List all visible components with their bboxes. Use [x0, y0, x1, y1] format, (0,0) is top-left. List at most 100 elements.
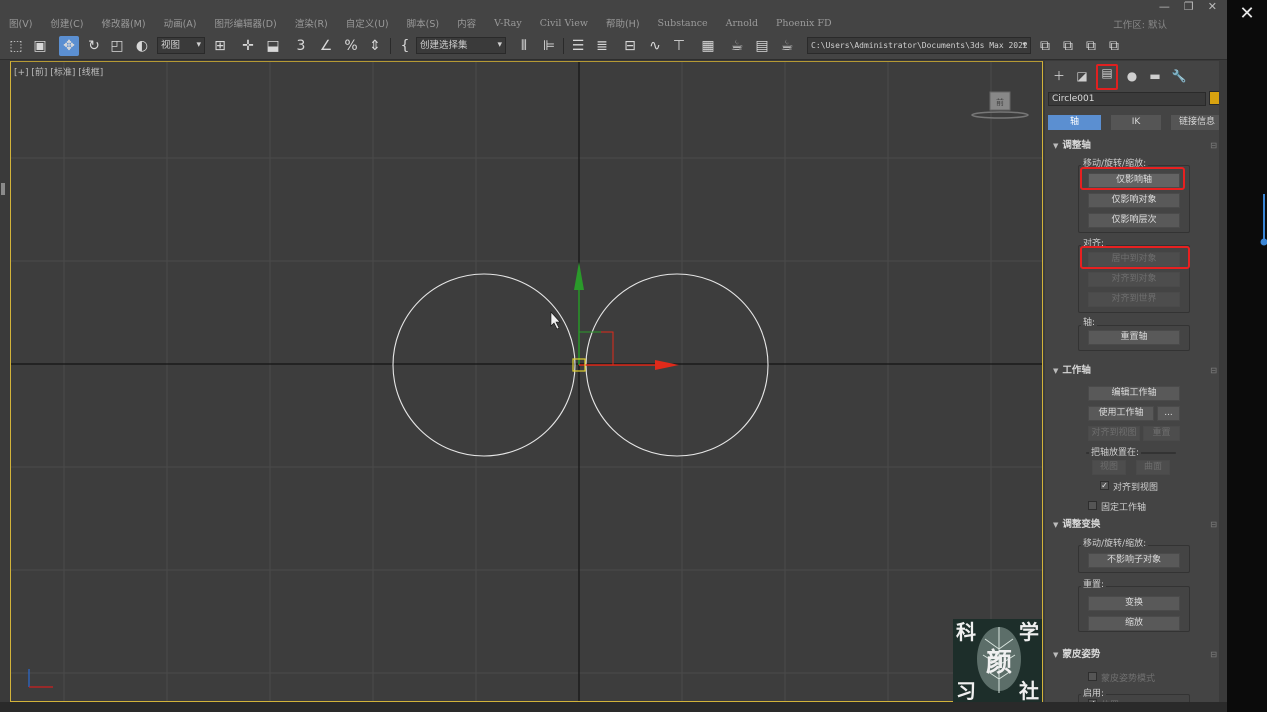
front-viewport[interactable]: 前 [+] [前] [标准] [线框] [10, 61, 1043, 702]
reference-coordinate-dropdown[interactable]: 视图 [157, 37, 205, 54]
create-tab-icon[interactable]: ＋ [1050, 69, 1068, 83]
transform-reset-label: 重置: [1081, 577, 1107, 590]
percent-snap-icon[interactable]: % [341, 36, 361, 56]
menu-modifiers[interactable]: 修改器(M) [92, 16, 154, 30]
edit-named-selection-icon[interactable]: { [395, 36, 415, 56]
align-to-object-button[interactable]: 对齐到对象 [1088, 272, 1180, 287]
reset-scale-button[interactable]: 缩放 [1088, 616, 1180, 631]
pivot-center-icon[interactable]: ⊞ [210, 36, 230, 56]
menu-phoenix-fd[interactable]: Phoenix FD [767, 18, 841, 29]
rendered-frame-window-icon[interactable]: ▤ [752, 36, 772, 56]
side-slider-icon[interactable] [1259, 194, 1267, 248]
display-tab-icon[interactable]: ▬ [1146, 69, 1164, 83]
menu-customize[interactable]: 自定义(U) [337, 16, 398, 30]
rollout-working-pivot[interactable]: ▼ 工作轴 ⊟ [1047, 364, 1219, 378]
workspace-label[interactable]: 工作区: 默认 [1113, 17, 1167, 31]
place-pivot-view-button[interactable]: 视图 [1092, 460, 1126, 475]
modify-tab-icon[interactable]: ◪ [1073, 69, 1091, 83]
scene-explorer-icon[interactable]: ☰ [568, 36, 588, 56]
affect-object-only-button[interactable]: 仅影响对象 [1088, 193, 1180, 208]
menu-arnold[interactable]: Arnold [717, 18, 767, 29]
menu-animation[interactable]: 动画(A) [155, 16, 206, 30]
align-to-world-button[interactable]: 对齐到世界 [1088, 292, 1180, 307]
skin-pose-mode-checkbox[interactable] [1088, 672, 1097, 681]
menu-rendering[interactable]: 渲染(R) [286, 16, 337, 30]
utilities-tab-icon[interactable]: 🔧 [1170, 69, 1188, 83]
edit-working-pivot-button[interactable]: 编辑工作轴 [1088, 386, 1180, 401]
place-object-icon[interactable]: ◐ [132, 36, 152, 56]
place-pivot-surface-button[interactable]: 曲面 [1136, 460, 1170, 475]
left-strip [0, 61, 10, 702]
spinner-snap-icon[interactable]: ⇕ [365, 36, 385, 56]
render-production-icon[interactable]: ☕ [777, 36, 797, 56]
tab-ik[interactable]: IK [1111, 115, 1161, 130]
working-pivot-options-button[interactable]: ... [1157, 406, 1180, 421]
select-and-scale-icon[interactable]: ◰ [107, 36, 127, 56]
align-icon[interactable]: ⊫ [539, 36, 559, 56]
reset-pivot-button[interactable]: 重置轴 [1088, 330, 1180, 345]
logo-char-2: 学 [1019, 620, 1039, 644]
align-to-view-checkbox[interactable]: ✓ [1100, 481, 1109, 490]
project-folder-icon-3[interactable]: ⧉ [1081, 36, 1101, 56]
project-folder-icon-4[interactable]: ⧉ [1104, 36, 1124, 56]
working-pivot-reset-button[interactable]: 重置 [1143, 426, 1180, 441]
select-object-icon[interactable]: ⬚ [6, 36, 26, 56]
menu-civil-view[interactable]: Civil View [531, 18, 597, 29]
use-working-pivot-button[interactable]: 使用工作轴 [1088, 406, 1154, 421]
rollout-skin-pose[interactable]: ▼ 蒙皮姿势 ⊟ [1047, 648, 1219, 662]
place-pivot-label: 把轴放置在: [1089, 445, 1142, 458]
mirror-icon[interactable]: ⫴ [514, 36, 534, 56]
command-panel-scrollbar[interactable] [1219, 61, 1227, 702]
dont-affect-children-button[interactable]: 不影响子对象 [1088, 553, 1180, 568]
menu-graph-editors[interactable]: 图形编辑器(D) [206, 16, 286, 30]
align-to-view-check-label: 对齐到视图 [1113, 483, 1159, 493]
logo-char-3: 颜 [986, 648, 1013, 678]
tab-pivot[interactable]: 轴 [1048, 115, 1101, 130]
command-panel: ＋ ◪ ▤ ● ▬ 🔧 Circle001 轴 IK 链接信息 ▼ 调整轴 ⊟ 移动… [1045, 61, 1227, 702]
object-name-field[interactable]: Circle001 [1048, 92, 1206, 106]
toggle-ribbon-icon[interactable]: ⊟ [620, 36, 640, 56]
snaps-toggle-icon[interactable]: 3 [291, 36, 311, 56]
select-and-move-icon[interactable]: ✥ [59, 36, 79, 56]
layer-explorer-icon[interactable]: ≣ [592, 36, 612, 56]
close-window-icon[interactable]: ✕ [1208, 0, 1217, 13]
viewport-label[interactable]: [+] [前] [标准] [线框] [14, 65, 103, 78]
menu-scripting[interactable]: 脚本(S) [398, 16, 448, 30]
lock-working-pivot-checkbox[interactable] [1088, 501, 1097, 510]
reset-transform-button[interactable]: 变换 [1088, 596, 1180, 611]
menu-view[interactable]: 图(V) [0, 16, 41, 30]
project-folder-icon-1[interactable]: ⧉ [1035, 36, 1055, 56]
align-to-view-button[interactable]: 对齐到视图 [1088, 426, 1140, 441]
keyboard-shortcut-override-icon[interactable]: ⬓ [263, 36, 283, 56]
project-path-dropdown[interactable]: C:\Users\Administrator\Documents\3ds Max… [807, 37, 1031, 54]
tab-link-info[interactable]: 链接信息 [1171, 115, 1223, 130]
curve-editor-icon[interactable]: ∿ [645, 36, 665, 56]
angle-snap-icon[interactable]: ∠ [316, 36, 336, 56]
select-region-icon[interactable]: ▣ [30, 36, 50, 56]
motion-tab-icon[interactable]: ● [1123, 69, 1141, 83]
restore-icon[interactable]: ❐ [1184, 0, 1194, 13]
menu-content[interactable]: 内容 [448, 16, 485, 30]
gizmo-x-arrow [655, 360, 679, 370]
schematic-view-icon[interactable]: ⊤ [669, 36, 689, 56]
minimize-icon[interactable]: — [1159, 0, 1170, 13]
rollout-adjust-transform[interactable]: ▼ 调整变换 ⊟ [1047, 518, 1219, 532]
material-editor-icon[interactable]: ▦ [698, 36, 718, 56]
svg-text:前: 前 [996, 97, 1004, 107]
pivot-label: 轴: [1081, 315, 1098, 328]
affect-hierarchy-only-button[interactable]: 仅影响层次 [1088, 213, 1180, 228]
select-and-rotate-icon[interactable]: ↻ [84, 36, 104, 56]
menu-vray[interactable]: V-Ray [485, 18, 531, 29]
rollout-adjust-pivot[interactable]: ▼ 调整轴 ⊟ [1047, 139, 1219, 153]
named-selection-dropdown[interactable]: 创建选择集 [416, 37, 506, 54]
mouse-cursor-icon [550, 311, 561, 330]
transform-gizmo-icon[interactable]: ✛ [238, 36, 258, 56]
project-folder-icon-2[interactable]: ⧉ [1058, 36, 1078, 56]
hierarchy-tab-icon[interactable]: ▤ [1096, 64, 1118, 90]
highlight-affect-pivot-only [1080, 167, 1185, 190]
menu-substance[interactable]: Substance [649, 18, 717, 29]
menu-create[interactable]: 创建(C) [41, 16, 92, 30]
menu-help[interactable]: 帮助(H) [597, 16, 649, 30]
render-setup-icon[interactable]: ☕ [727, 36, 747, 56]
close-icon[interactable]: ✕ [1237, 4, 1257, 24]
